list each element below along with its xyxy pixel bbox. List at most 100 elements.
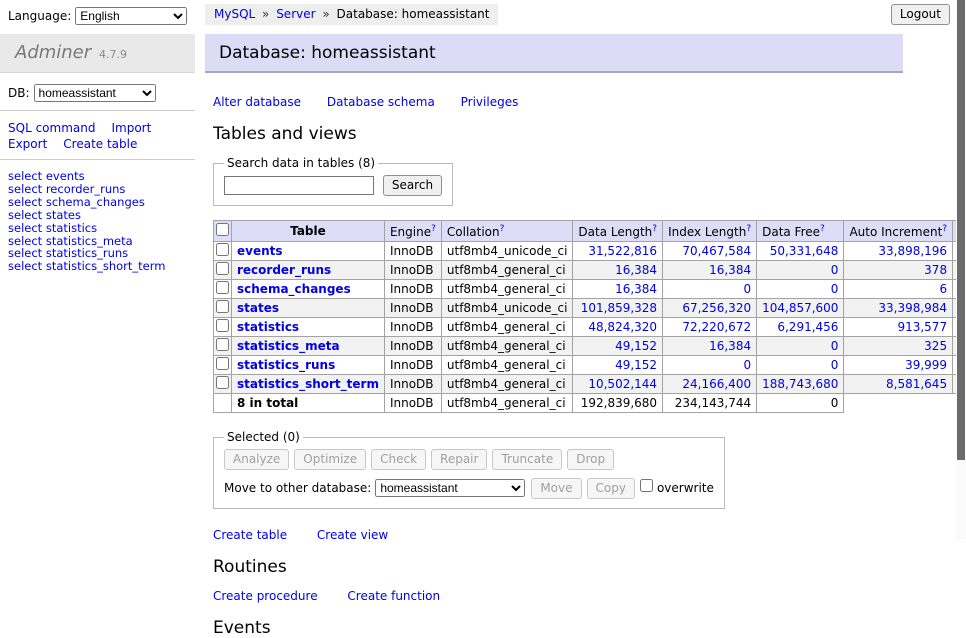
select-table-link[interactable]: select statistics [8, 221, 97, 235]
index-length-cell-link[interactable]: 70,467,584 [682, 244, 751, 258]
drop-button[interactable]: Drop [567, 449, 614, 470]
select-table-link[interactable]: select statistics_meta [8, 234, 133, 248]
scrollbar-thumb[interactable] [957, 0, 965, 460]
auto-increment-cell-link[interactable]: 325 [924, 339, 947, 353]
select-table-link[interactable]: select events [8, 169, 85, 183]
auto-increment-cell-link[interactable]: 378 [924, 263, 947, 277]
table-name-link[interactable]: statistics [237, 320, 299, 334]
optimize-button[interactable]: Optimize [294, 449, 366, 470]
overwrite-checkbox[interactable] [640, 479, 653, 492]
create-table-link-side[interactable]: Create table [63, 137, 137, 151]
row-checkbox[interactable] [216, 319, 229, 332]
column-help-link[interactable]: ? [431, 224, 436, 234]
data-length-cell-link[interactable]: 49,152 [615, 358, 657, 372]
column-help-link[interactable]: ? [942, 224, 947, 234]
language-select[interactable]: English [75, 7, 187, 25]
data-free-cell-link[interactable]: 0 [831, 263, 839, 277]
data-length-cell-link[interactable]: 48,824,320 [588, 320, 657, 334]
search-fieldset: Search data in tables (8) Search [213, 156, 453, 206]
index-length-cell-link[interactable]: 67,256,320 [682, 301, 751, 315]
column-help-link[interactable]: ? [820, 224, 825, 234]
auto-increment-cell-link[interactable]: 6 [939, 282, 947, 296]
column-help-link[interactable]: ? [652, 224, 657, 234]
data-free-cell-link[interactable]: 0 [831, 358, 839, 372]
breadcrumb-link[interactable]: MySQL [214, 7, 255, 21]
alter-database-link[interactable]: Alter database [213, 95, 301, 109]
index-length-cell-link[interactable]: 0 [743, 358, 751, 372]
row-checkbox[interactable] [216, 376, 229, 389]
select-table-link[interactable]: select statistics_short_term [8, 259, 165, 273]
row-checkbox[interactable] [216, 300, 229, 313]
logout-button[interactable]: Logout [891, 4, 950, 25]
index-length-cell: 70,467,584 [663, 242, 757, 261]
select-table-link[interactable]: select schema_changes [8, 195, 145, 209]
index-length-cell-link[interactable]: 16,384 [709, 339, 751, 353]
vertical-scrollbar[interactable] [956, 0, 966, 543]
select-all-checkbox[interactable] [216, 223, 229, 236]
import-link[interactable]: Import [111, 121, 151, 135]
move-button[interactable]: Move [531, 478, 581, 499]
data-length-cell-link[interactable]: 31,522,816 [588, 244, 657, 258]
table-name-link[interactable]: statistics_short_term [237, 377, 379, 391]
data-length-cell: 49,152 [573, 337, 663, 356]
table-name-link[interactable]: statistics_runs [237, 358, 335, 372]
column-help-link[interactable]: ? [500, 224, 505, 234]
export-link[interactable]: Export [8, 137, 47, 151]
move-db-select[interactable]: homeassistant [375, 479, 525, 497]
data-free-cell-link[interactable]: 6,291,456 [777, 320, 838, 334]
auto-increment-cell-link[interactable]: 8,581,645 [886, 377, 947, 391]
row-checkbox[interactable] [216, 243, 229, 256]
auto-increment-cell-link[interactable]: 33,398,984 [878, 301, 947, 315]
select-table-link[interactable]: select statistics_runs [8, 246, 128, 260]
create-procedure-link[interactable]: Create procedure [213, 589, 318, 603]
data-free-cell-link[interactable]: 50,331,648 [770, 244, 839, 258]
index-length-cell-link[interactable]: 72,220,672 [682, 320, 751, 334]
row-checkbox[interactable] [216, 262, 229, 275]
data-free-cell-link[interactable]: 0 [831, 282, 839, 296]
table-name-link[interactable]: recorder_runs [237, 263, 331, 277]
table-name-cell: statistics_short_term [232, 375, 385, 394]
data-free-cell-link[interactable]: 104,857,600 [762, 301, 838, 315]
table-name-link[interactable]: statistics_meta [237, 339, 340, 353]
column-help: ? [431, 223, 436, 234]
repair-button[interactable]: Repair [431, 449, 487, 470]
db-select[interactable]: homeassistant [34, 84, 156, 102]
data-length-cell-link[interactable]: 16,384 [615, 282, 657, 296]
select-table-link[interactable]: select recorder_runs [8, 182, 125, 196]
auto-increment-cell-link[interactable]: 39,999 [905, 358, 947, 372]
row-checkbox[interactable] [216, 357, 229, 370]
create-view-link[interactable]: Create view [317, 528, 388, 542]
select-table-link[interactable]: select states [8, 208, 81, 222]
index-length-cell-link[interactable]: 16,384 [709, 263, 751, 277]
search-button[interactable]: Search [383, 175, 442, 196]
table-name-link[interactable]: schema_changes [237, 282, 351, 296]
index-length-cell-link[interactable]: 24,166,400 [682, 377, 751, 391]
auto-increment-cell-link[interactable]: 913,577 [897, 320, 947, 334]
index-length-cell-link[interactable]: 0 [743, 282, 751, 296]
create-table-link[interactable]: Create table [213, 528, 287, 542]
check-button[interactable]: Check [371, 449, 426, 470]
row-checkbox[interactable] [216, 338, 229, 351]
table-name-link[interactable]: states [237, 301, 279, 315]
database-schema-link[interactable]: Database schema [327, 95, 435, 109]
analyze-button[interactable]: Analyze [224, 449, 289, 470]
copy-button[interactable]: Copy [587, 478, 635, 499]
sql-command-link[interactable]: SQL command [8, 121, 95, 135]
table-name-link[interactable]: events [237, 244, 283, 258]
truncate-button[interactable]: Truncate [492, 449, 562, 470]
data-free-cell-link[interactable]: 188,743,680 [762, 377, 838, 391]
create-function-link[interactable]: Create function [347, 589, 440, 603]
data-length-cell-link[interactable]: 49,152 [615, 339, 657, 353]
data-length-cell-link[interactable]: 101,859,328 [581, 301, 657, 315]
row-checkbox[interactable] [216, 281, 229, 294]
data-length-cell-link[interactable]: 16,384 [615, 263, 657, 277]
privileges-link[interactable]: Privileges [461, 95, 519, 109]
search-input[interactable] [224, 176, 374, 195]
collation-cell: utf8mb4_unicode_ci [441, 299, 573, 318]
data-free-cell-link[interactable]: 0 [831, 339, 839, 353]
breadcrumb-link[interactable]: Server [276, 7, 315, 21]
data-length-cell-link[interactable]: 10,502,144 [588, 377, 657, 391]
total-name-cell: 8 in total [232, 394, 385, 413]
auto-increment-cell-link[interactable]: 33,898,196 [878, 244, 947, 258]
column-help-link[interactable]: ? [746, 224, 751, 234]
